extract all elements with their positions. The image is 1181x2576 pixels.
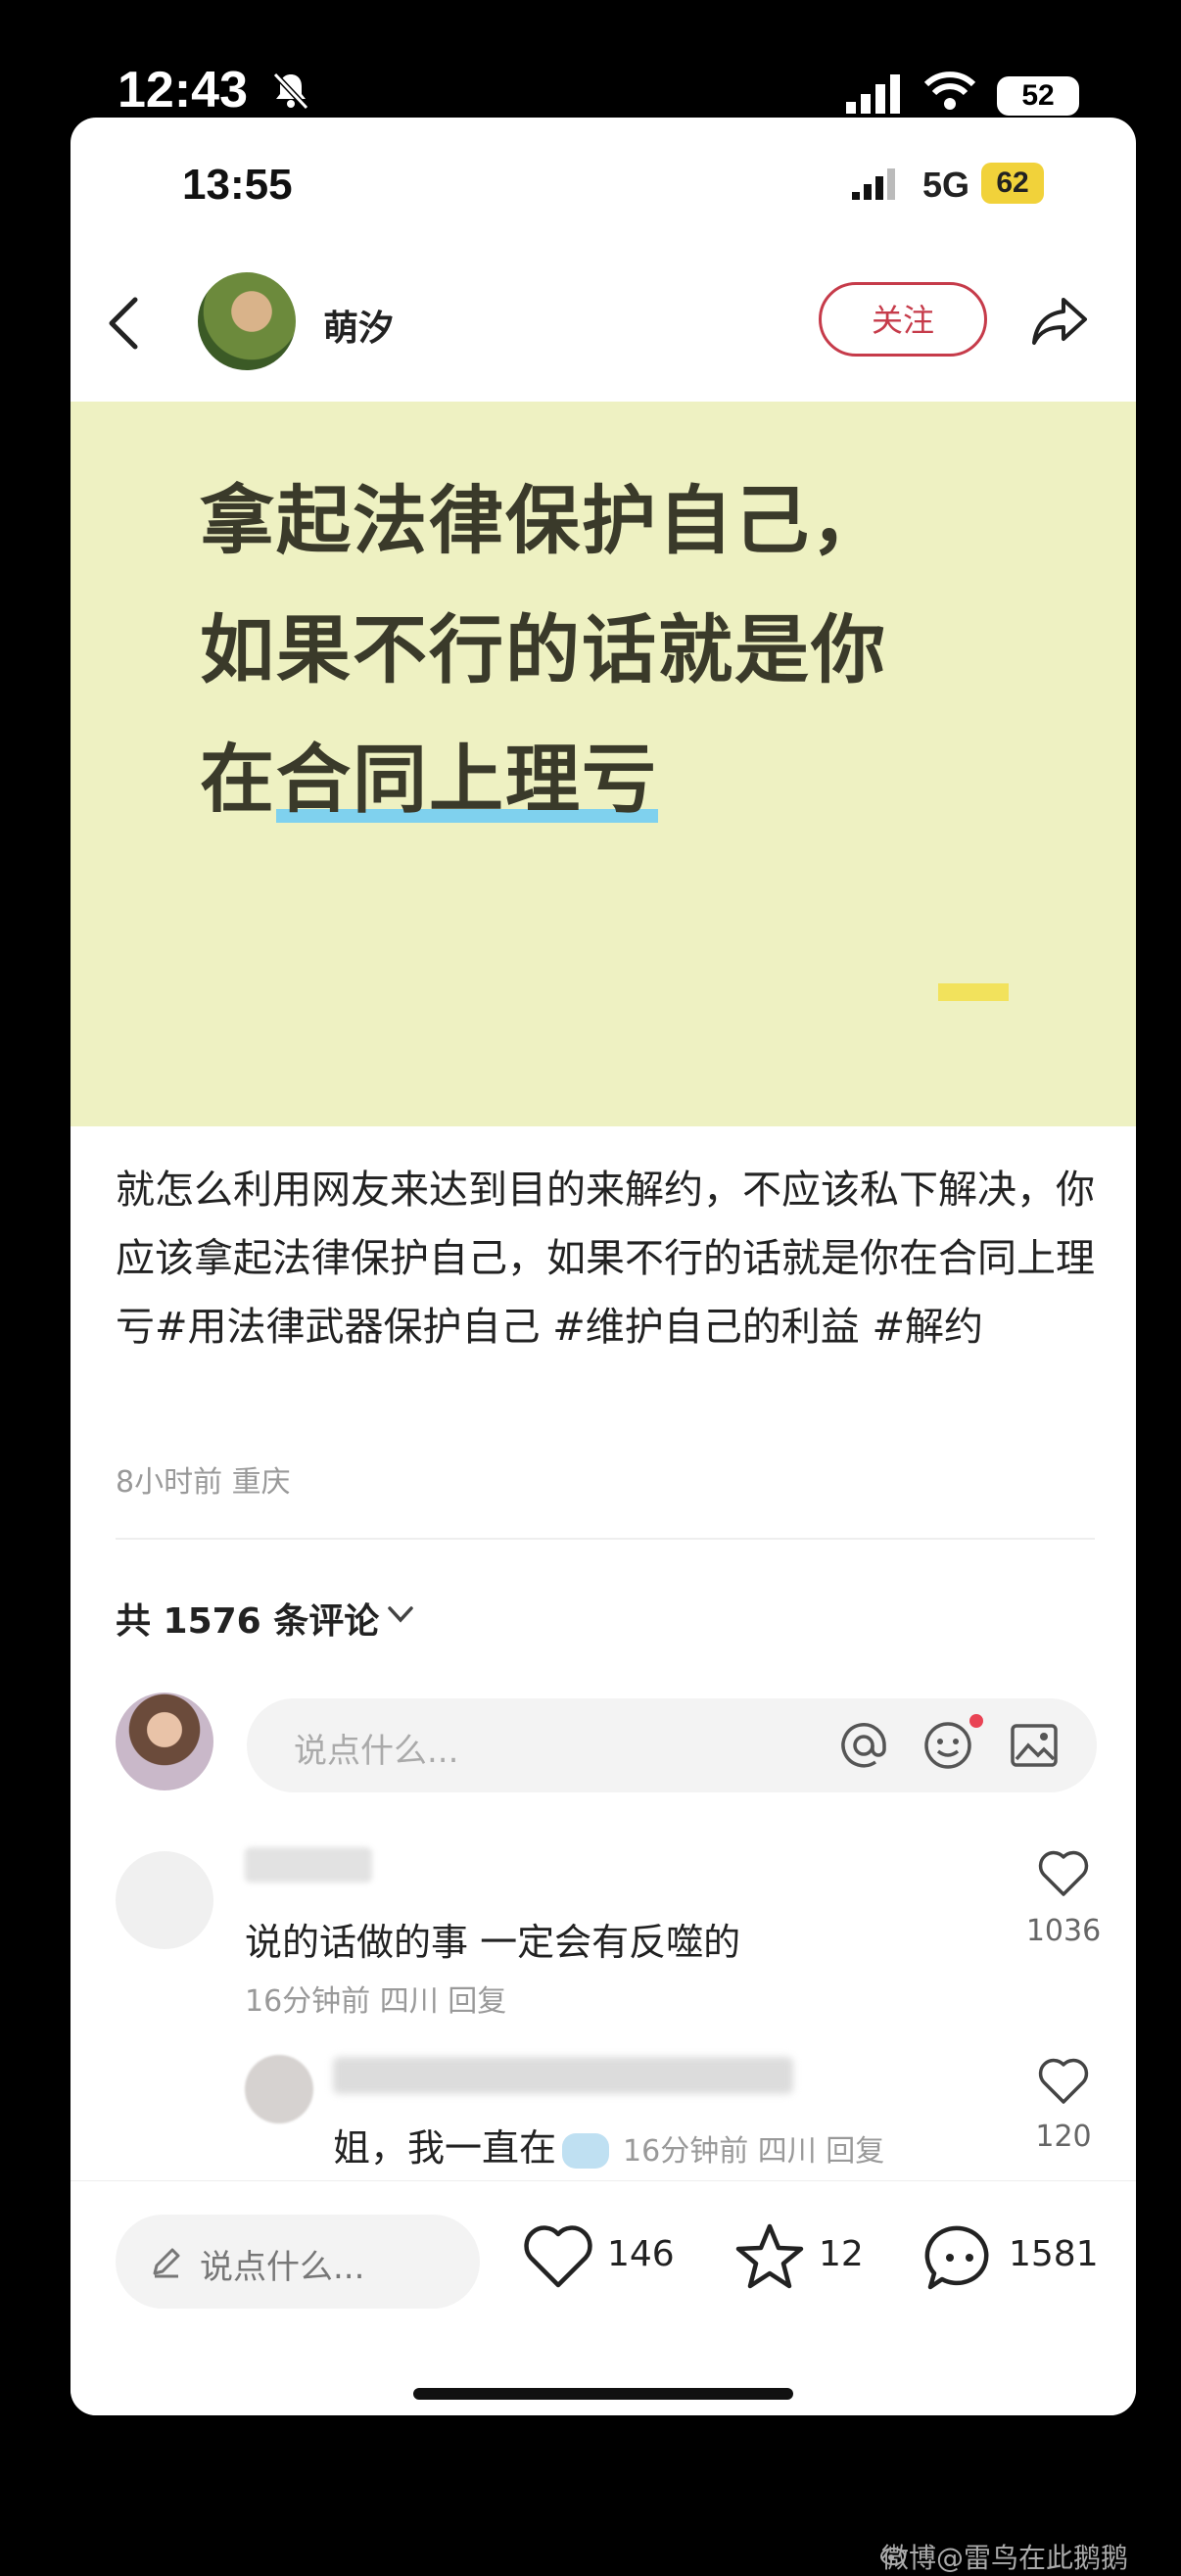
bottom-input-placeholder: 说点什么... xyxy=(200,2248,365,2287)
author-name[interactable]: 萌汐 xyxy=(323,300,394,351)
inner-status-bar: 13:55 5G 62 xyxy=(71,118,1136,255)
heart-icon[interactable] xyxy=(1036,1847,1091,1898)
inner-clock: 13:55 xyxy=(182,161,293,209)
follow-button[interactable]: 关注 xyxy=(819,282,987,357)
author-avatar[interactable] xyxy=(198,272,296,370)
comment-text: 说的话做的事 一定会有反噬的 xyxy=(245,1921,741,1964)
reply-meta[interactable]: 16分钟前 四川 回复 xyxy=(623,2134,884,2169)
sticker-emoji-icon xyxy=(562,2132,610,2169)
post-meta: 8小时前 重庆 xyxy=(116,1465,291,1500)
outer-clock: 12:43 xyxy=(118,62,248,119)
comment-meta[interactable]: 16分钟前 四川 回复 xyxy=(245,1977,506,2020)
commenter-name-blurred xyxy=(245,1847,372,1883)
current-user-avatar xyxy=(116,1693,213,1790)
banner-line-1: 拿起法律保护自己， xyxy=(200,477,887,564)
notification-dot xyxy=(969,1714,983,1728)
replier-name-blurred xyxy=(333,2057,793,2094)
star-icon[interactable] xyxy=(732,2220,807,2293)
comment-input-placeholder: 说点什么... xyxy=(294,1732,459,1771)
silent-bell-icon xyxy=(272,72,309,111)
emoji-icon[interactable] xyxy=(921,1718,975,1773)
pencil-icon xyxy=(153,2248,180,2278)
reply-text: 姐，我一直在 xyxy=(333,2126,557,2170)
banner-decoration-bar xyxy=(938,983,1009,1001)
image-icon[interactable] xyxy=(1007,1718,1062,1773)
chevron-down-icon[interactable] xyxy=(386,1604,415,1626)
share-icon[interactable] xyxy=(1028,290,1091,353)
bottom-comment-input[interactable]: 说点什么... xyxy=(116,2215,480,2309)
back-arrow-icon[interactable] xyxy=(104,294,143,353)
banner-line-3: 在合同上理亏 xyxy=(200,719,658,827)
bottom-action-bar: 说点什么... 146 12 1581 xyxy=(71,2180,1136,2415)
heart-icon[interactable] xyxy=(1036,2055,1091,2106)
banner-line-2: 如果不行的话就是你 xyxy=(200,606,887,693)
reply-row: 姐，我一直在 16分钟前 四川 回复 xyxy=(333,2118,884,2171)
inner-signal-icon xyxy=(852,168,895,200)
banner-highlighted-text: 合同上理亏 xyxy=(276,736,658,823)
comment-count[interactable]: 共 1576 条评论 xyxy=(116,1593,379,1644)
post-header: 萌汐 关注 xyxy=(71,255,1136,382)
reply-like-count: 120 xyxy=(1035,2120,1092,2154)
comment-input[interactable]: 说点什么... xyxy=(247,1698,1097,1792)
comment-like-count: 1036 xyxy=(1025,1914,1102,1948)
at-icon[interactable] xyxy=(836,1718,891,1773)
favorite-count: 12 xyxy=(819,2234,864,2274)
post-image-banner[interactable]: 拿起法律保护自己， 如果不行的话就是你 在合同上理亏 xyxy=(71,402,1136,1126)
home-indicator xyxy=(413,2388,793,2400)
network-type: 5G xyxy=(922,165,970,205)
cellular-signal-icon xyxy=(846,74,900,114)
commenter-avatar[interactable] xyxy=(116,1851,213,1949)
replier-avatar[interactable] xyxy=(245,2055,313,2123)
outer-battery-level: 52 xyxy=(997,76,1079,116)
inner-battery-level: 62 xyxy=(981,163,1044,204)
chat-bubble-icon[interactable] xyxy=(922,2220,997,2293)
wifi-icon xyxy=(923,72,976,110)
heart-icon[interactable] xyxy=(521,2222,595,2291)
like-count: 146 xyxy=(607,2234,675,2274)
section-divider xyxy=(116,1538,1095,1540)
outer-status-bar: 12:43 52 xyxy=(0,0,1181,119)
post-screenshot: 13:55 5G 62 萌汐 关注 拿起法律保护自己， 如果不行的话就是你 在合… xyxy=(71,118,1136,2415)
post-description: 就怎么利用网友来达到目的来解约，不应该私下解决，你应该拿起法律保护自己，如果不行… xyxy=(116,1168,1095,1350)
comment-total-count: 1581 xyxy=(1009,2234,1099,2274)
banner-line-3-prefix: 在 xyxy=(200,736,276,823)
watermark-text: 微博@雷鸟在此鹅鹅 xyxy=(881,2542,1129,2574)
